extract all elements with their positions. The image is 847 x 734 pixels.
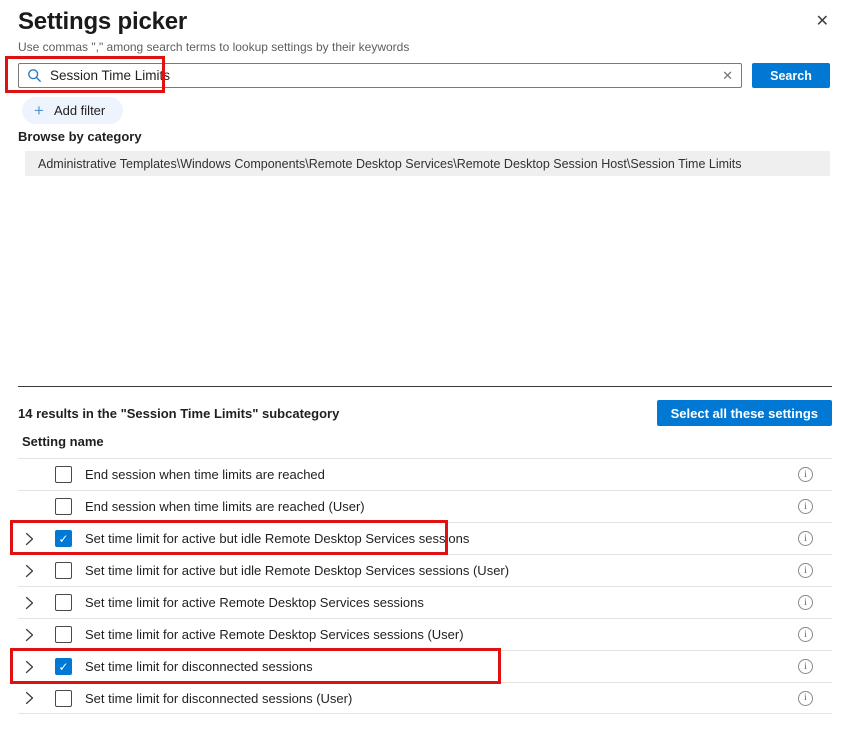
setting-name: End session when time limits are reached… xyxy=(85,499,798,514)
setting-checkbox[interactable] xyxy=(55,594,72,611)
chevron-right-icon[interactable] xyxy=(22,563,36,579)
chevron-right-icon[interactable] xyxy=(22,627,36,643)
setting-name: Set time limit for disconnected sessions xyxy=(85,659,798,674)
results-header: 14 results in the "Session Time Limits" … xyxy=(18,400,832,426)
setting-checkbox[interactable] xyxy=(55,626,72,643)
settings-table: End session when time limits are reached… xyxy=(18,458,832,714)
setting-checkbox[interactable]: ✓ xyxy=(55,530,72,547)
search-input[interactable]: Session Time Limits ✕ xyxy=(18,63,742,88)
select-all-settings-button[interactable]: Select all these settings xyxy=(657,400,832,426)
setting-checkbox[interactable] xyxy=(55,562,72,579)
chevron-right-icon[interactable] xyxy=(22,690,36,706)
setting-name: Set time limit for active Remote Desktop… xyxy=(85,595,798,610)
table-row: End session when time limits are reached… xyxy=(18,490,832,522)
search-value: Session Time Limits xyxy=(50,68,722,83)
page-title: Settings picker xyxy=(18,8,187,36)
setting-checkbox[interactable] xyxy=(55,690,72,707)
setting-checkbox[interactable]: ✓ xyxy=(55,658,72,675)
chevron-right-icon[interactable] xyxy=(22,659,36,675)
table-row: End session when time limits are reached… xyxy=(18,458,832,490)
chevron-right-icon[interactable] xyxy=(22,531,36,547)
setting-name: Set time limit for active but idle Remot… xyxy=(85,531,798,546)
table-row: Set time limit for disconnected sessions… xyxy=(18,682,832,714)
info-icon[interactable]: i xyxy=(798,627,813,642)
table-row: Set time limit for active Remote Desktop… xyxy=(18,586,832,618)
info-icon[interactable]: i xyxy=(798,499,813,514)
info-icon[interactable]: i xyxy=(798,659,813,674)
setting-checkbox[interactable] xyxy=(55,466,72,483)
category-path-item[interactable]: Administrative Templates\Windows Compone… xyxy=(25,151,830,176)
add-filter-label: Add filter xyxy=(54,103,105,118)
browse-by-category-label: Browse by category xyxy=(18,129,142,144)
setting-name: End session when time limits are reached xyxy=(85,467,798,482)
info-icon[interactable]: i xyxy=(798,531,813,546)
table-row: ✓ Set time limit for active but idle Rem… xyxy=(18,522,832,554)
setting-checkbox[interactable] xyxy=(55,498,72,515)
search-button[interactable]: Search xyxy=(752,63,830,88)
info-icon[interactable]: i xyxy=(798,691,813,706)
setting-name: Set time limit for active Remote Desktop… xyxy=(85,627,798,642)
table-row: ✓ Set time limit for disconnected sessio… xyxy=(18,650,832,682)
setting-name-column-header: Setting name xyxy=(22,434,104,449)
setting-name: Set time limit for disconnected sessions… xyxy=(85,691,798,706)
dialog-subtitle: Use commas "," among search terms to loo… xyxy=(18,40,409,54)
search-row: Session Time Limits ✕ Search xyxy=(18,63,830,88)
close-icon[interactable]: ✕ xyxy=(816,14,829,30)
setting-name: Set time limit for active but idle Remot… xyxy=(85,563,798,578)
settings-picker-dialog: Settings picker ✕ Use commas "," among s… xyxy=(0,0,847,734)
add-filter-button[interactable]: + Add filter xyxy=(22,97,123,124)
table-row: Set time limit for active but idle Remot… xyxy=(18,554,832,586)
info-icon[interactable]: i xyxy=(798,563,813,578)
clear-search-icon[interactable]: ✕ xyxy=(722,68,733,84)
section-divider xyxy=(18,386,832,387)
plus-icon: + xyxy=(34,102,44,119)
info-icon[interactable]: i xyxy=(798,467,813,482)
results-summary: 14 results in the "Session Time Limits" … xyxy=(18,406,339,421)
chevron-right-icon[interactable] xyxy=(22,595,36,611)
table-row: Set time limit for active Remote Desktop… xyxy=(18,618,832,650)
search-icon xyxy=(27,68,42,83)
info-icon[interactable]: i xyxy=(798,595,813,610)
